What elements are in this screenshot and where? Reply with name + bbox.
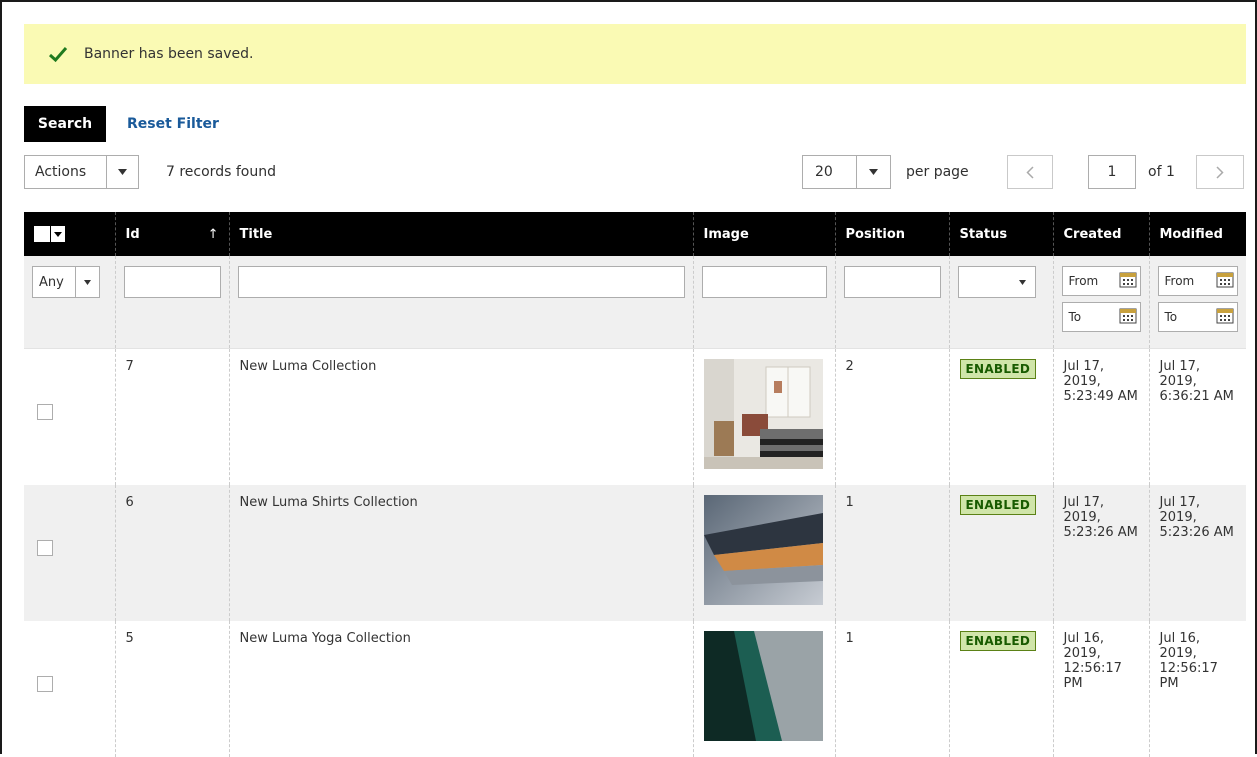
- next-page-button[interactable]: [1196, 155, 1244, 189]
- position-filter-input[interactable]: [843, 266, 941, 298]
- chevron-down-icon[interactable]: [51, 226, 65, 242]
- row-checkbox[interactable]: [37, 675, 53, 692]
- filter-row: Any From To From To: [24, 256, 1246, 349]
- check-icon: [48, 47, 68, 63]
- search-button[interactable]: Search: [24, 106, 106, 142]
- actions-label: Actions: [35, 164, 87, 180]
- chevron-left-icon: [1026, 165, 1034, 179]
- banner-grid: Id ↑ Title Image Position Status Created…: [24, 212, 1246, 757]
- cell-created: Jul 16, 2019, 12:56:17 PM: [1052, 620, 1149, 757]
- cell-position: 2: [834, 348, 949, 485]
- banner-thumbnail: [703, 494, 823, 605]
- column-header-title[interactable]: Title: [228, 212, 693, 256]
- title-filter-input[interactable]: [237, 266, 685, 298]
- message-text: Banner has been saved.: [84, 46, 254, 62]
- column-label: Id: [125, 226, 140, 242]
- to-label: To: [1068, 310, 1082, 324]
- massaction-filter-select[interactable]: Any: [32, 266, 100, 298]
- cell-title: New Luma Yoga Collection: [228, 620, 693, 757]
- grid-header-row: Id ↑ Title Image Position Status Created…: [24, 212, 1246, 256]
- column-header-status[interactable]: Status: [948, 212, 1053, 256]
- chevron-down-icon: [106, 156, 138, 188]
- column-header-image[interactable]: Image: [692, 212, 835, 256]
- from-label: From: [1068, 274, 1099, 288]
- id-filter-input[interactable]: [123, 266, 221, 298]
- cell-created: Jul 17, 2019, 5:23:26 AM: [1052, 484, 1149, 621]
- page-total: of 1: [1148, 164, 1175, 180]
- status-filter-select[interactable]: [957, 266, 1036, 298]
- status-badge: ENABLED: [959, 630, 1037, 651]
- cell-id: 6: [114, 484, 229, 621]
- cell-modified: Jul 16, 2019, 12:56:17 PM: [1148, 620, 1246, 757]
- massaction-filter-value: Any: [39, 274, 64, 290]
- page-number-input[interactable]: 1: [1088, 155, 1136, 189]
- per-page-label: per page: [906, 164, 969, 180]
- calendar-icon[interactable]: [1216, 307, 1234, 327]
- from-label: From: [1164, 274, 1195, 288]
- created-from-input[interactable]: From: [1061, 266, 1141, 296]
- cell-status: ENABLED: [948, 348, 1053, 485]
- chevron-right-icon: [1216, 165, 1224, 179]
- cell-image: [692, 348, 835, 485]
- select-all-checkbox[interactable]: [34, 226, 50, 242]
- cell-status: ENABLED: [948, 484, 1053, 621]
- cell-title: New Luma Collection: [228, 348, 693, 485]
- column-header-created[interactable]: Created: [1052, 212, 1149, 256]
- cell-modified: Jul 17, 2019, 5:23:26 AM: [1148, 484, 1246, 621]
- table-row[interactable]: 5 New Luma Yoga Collection 1 ENABLED Jul…: [24, 620, 1246, 757]
- to-label: To: [1164, 310, 1178, 324]
- row-checkbox[interactable]: [37, 539, 53, 556]
- sort-arrow-up-icon: ↑: [207, 226, 219, 242]
- cell-image: [692, 620, 835, 757]
- modified-to-input[interactable]: To: [1157, 302, 1238, 332]
- banner-thumbnail: [703, 359, 823, 469]
- column-header-position[interactable]: Position: [834, 212, 949, 256]
- mass-select-header[interactable]: [24, 212, 115, 256]
- calendar-icon[interactable]: [1216, 271, 1234, 291]
- cell-position: 1: [834, 620, 949, 757]
- status-filter-value: [959, 267, 1011, 297]
- cell-id: 7: [114, 348, 229, 485]
- calendar-icon[interactable]: [1119, 307, 1137, 327]
- cell-title: New Luma Shirts Collection: [228, 484, 693, 621]
- status-badge: ENABLED: [959, 359, 1037, 379]
- status-badge: ENABLED: [959, 494, 1037, 515]
- calendar-icon[interactable]: [1119, 271, 1137, 291]
- table-row[interactable]: 6 New Luma Shirts Collection 1 ENABLED J…: [24, 484, 1246, 621]
- reset-filter-link[interactable]: Reset Filter: [127, 116, 219, 132]
- banner-thumbnail: [703, 630, 823, 741]
- per-page-select[interactable]: 20: [802, 155, 891, 189]
- cell-position: 1: [834, 484, 949, 621]
- cell-id: 5: [114, 620, 229, 757]
- cell-created: Jul 17, 2019, 5:23:49 AM: [1052, 348, 1149, 485]
- column-header-id[interactable]: Id ↑: [114, 212, 229, 256]
- cell-image: [692, 484, 835, 621]
- cell-modified: Jul 17, 2019, 6:36:21 AM: [1148, 348, 1246, 485]
- column-header-modified[interactable]: Modified: [1148, 212, 1246, 256]
- modified-from-input[interactable]: From: [1157, 266, 1238, 296]
- created-to-input[interactable]: To: [1061, 302, 1141, 332]
- row-checkbox[interactable]: [37, 404, 53, 420]
- image-filter-input[interactable]: [701, 266, 827, 298]
- table-row[interactable]: 7 New Luma Collection 2 ENABLED Jul 17, …: [24, 348, 1246, 485]
- chevron-down-icon: [856, 156, 890, 188]
- cell-status: ENABLED: [948, 620, 1053, 757]
- per-page-value: 20: [815, 164, 833, 180]
- previous-page-button[interactable]: [1007, 155, 1053, 189]
- chevron-down-icon: [1011, 267, 1035, 297]
- success-message: Banner has been saved.: [24, 24, 1246, 84]
- records-found: 7 records found: [166, 164, 276, 180]
- actions-dropdown[interactable]: Actions: [24, 155, 139, 189]
- chevron-down-icon: [75, 267, 99, 297]
